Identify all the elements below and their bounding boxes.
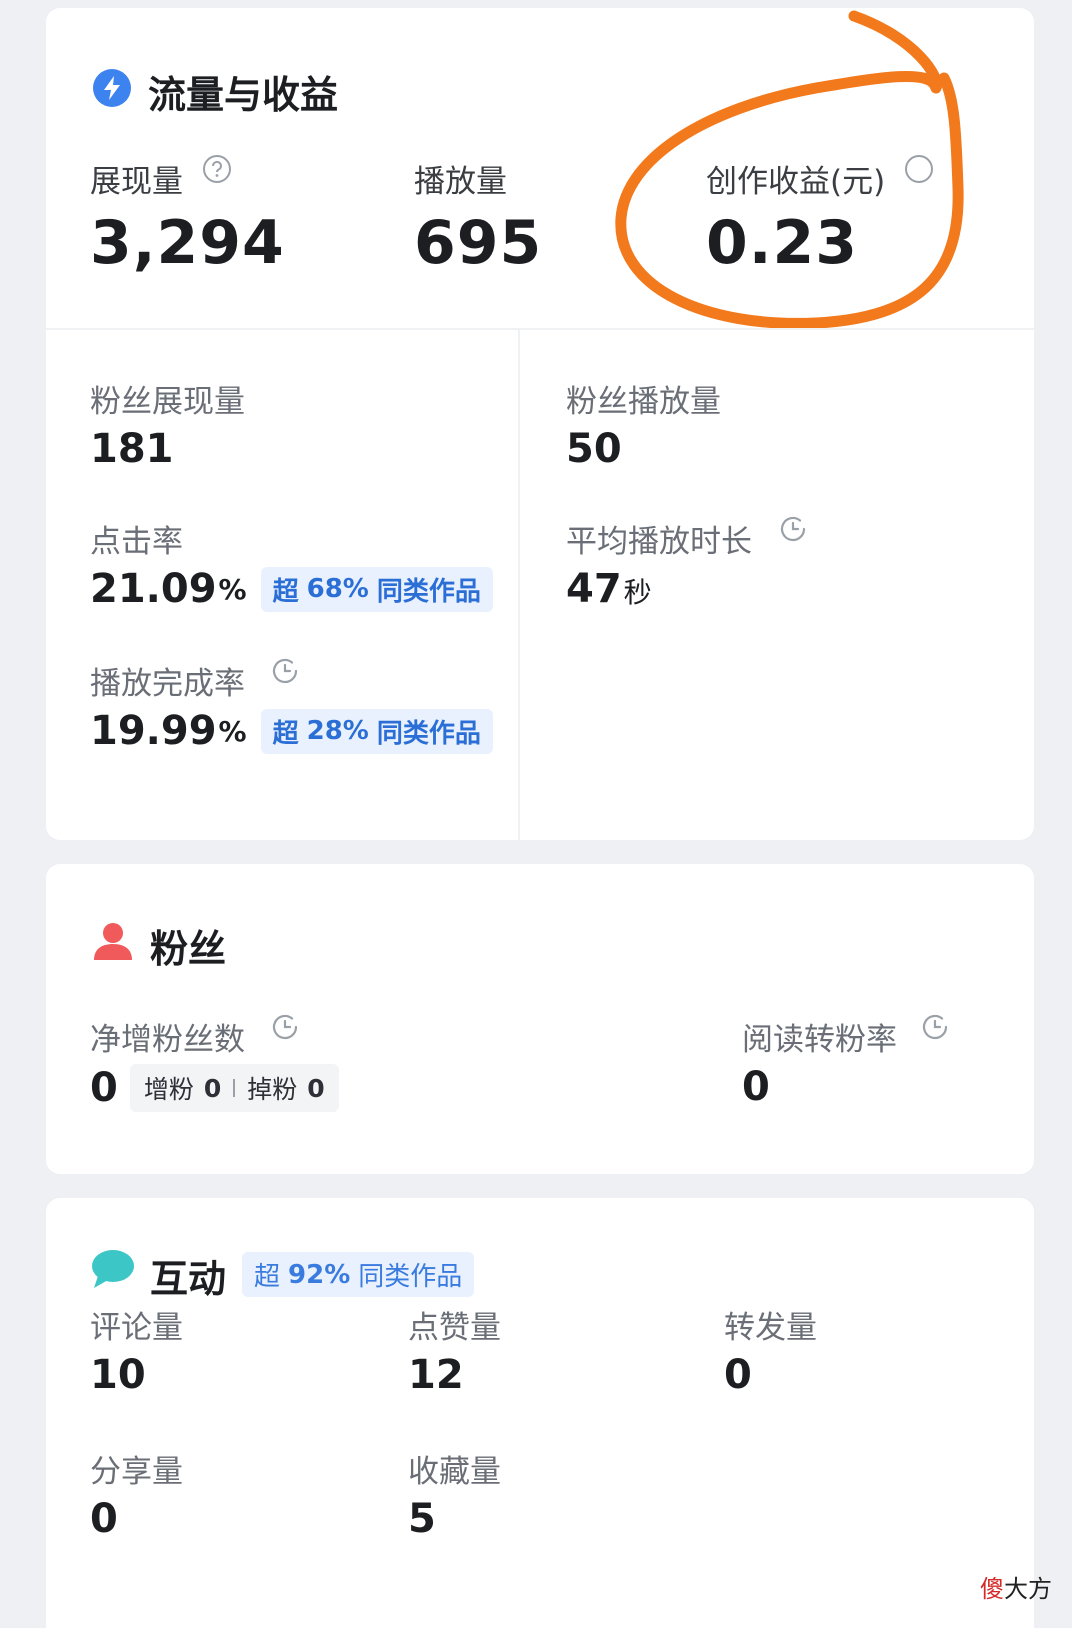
badge-suffix: 同类作品: [358, 1262, 463, 1292]
comments-label: 评论量: [90, 1310, 183, 1346]
shares-value: 0: [90, 1496, 118, 1542]
ctr-badge: 超 68% 同类作品: [260, 566, 493, 612]
plays-label: 播放量: [414, 164, 507, 200]
annotation-circle: [615, 10, 964, 329]
ctr-value: 21.09: [90, 566, 217, 612]
gain-value: 0: [203, 1073, 222, 1103]
gain-loss-chip: 增粉 0 掉粉 0: [129, 1064, 339, 1112]
interact-card: 互动 超 92% 同类作品 评论量 10 点赞量 12 转发量 0 分享量 0 …: [46, 1198, 1034, 1628]
lightning-icon: [93, 69, 131, 107]
favorites-value: 5: [408, 1496, 436, 1542]
fan-plays-value: 50: [566, 426, 622, 472]
likes-value: 12: [408, 1352, 464, 1398]
avg-duration-value: 47: [566, 566, 622, 612]
favorites-label: 收藏量: [408, 1454, 501, 1490]
shares-label: 分享量: [90, 1454, 183, 1490]
clock-icon[interactable]: [778, 514, 808, 544]
question-circle-icon[interactable]: [202, 154, 232, 184]
net-gain-label: 净增粉丝数: [90, 1022, 245, 1058]
clock-icon[interactable]: [270, 1012, 300, 1042]
loss-value: 0: [307, 1073, 325, 1103]
impressions-value: 3,294: [90, 208, 285, 278]
read-to-fan-label: 阅读转粉率: [742, 1022, 897, 1058]
badge-suffix: 同类作品: [376, 718, 481, 749]
completion-value: 19.99: [90, 708, 217, 754]
completion-unit: %: [218, 714, 247, 748]
badge-prefix: 超: [272, 718, 299, 749]
forwards-value: 0: [724, 1352, 752, 1398]
traffic-card: 流量与收益 展现量 3,294 播放量 695 创作收益(元) 0.23 粉丝展…: [46, 8, 1034, 840]
fan-impressions-label: 粉丝展现量: [90, 384, 245, 420]
fans-title: 粉丝: [150, 927, 227, 971]
ctr-unit: %: [218, 572, 247, 606]
badge-pct: 68%: [306, 574, 369, 604]
interact-title: 互动: [150, 1257, 227, 1301]
gain-label: 增粉: [143, 1075, 194, 1104]
traffic-title: 流量与收益: [148, 73, 339, 117]
clock-icon[interactable]: [270, 656, 300, 686]
fan-plays-label: 粉丝播放量: [566, 384, 721, 420]
fan-impressions-value: 181: [90, 426, 174, 472]
badge-suffix: 同类作品: [376, 576, 481, 607]
ctr-label: 点击率: [90, 524, 183, 560]
watermark-part1: 傻: [980, 1575, 1004, 1603]
completion-badge: 超 28% 同类作品: [260, 708, 493, 754]
chat-bubble-icon: [92, 1250, 134, 1288]
plays-value: 695: [414, 208, 543, 278]
badge-pct: 92%: [288, 1259, 351, 1290]
loss-label: 掉粉: [247, 1075, 298, 1104]
person-icon: [94, 923, 132, 960]
badge-prefix: 超: [272, 576, 299, 607]
chip-separator: [233, 1079, 236, 1097]
avg-duration-unit: 秒: [623, 576, 652, 609]
completion-row: 19.99 % 超 28% 同类作品: [90, 708, 493, 754]
avg-duration-label: 平均播放时长: [566, 524, 752, 560]
net-gain-value: 0: [90, 1065, 118, 1111]
watermark-part2: 大方: [1004, 1575, 1052, 1603]
comments-value: 10: [90, 1352, 146, 1398]
impressions-label: 展现量: [90, 164, 183, 200]
clock-icon[interactable]: [920, 1012, 950, 1042]
badge-prefix: 超: [254, 1262, 281, 1292]
interact-badge: 超 92% 同类作品: [242, 1252, 475, 1297]
badge-pct: 28%: [306, 716, 369, 746]
forwards-label: 转发量: [724, 1310, 817, 1346]
watermark: 傻大方: [980, 1569, 1052, 1604]
net-gain-row: 0 增粉 0 掉粉 0: [90, 1064, 339, 1112]
read-to-fan-value: 0: [742, 1064, 770, 1110]
avg-duration-row: 47 秒: [566, 566, 652, 612]
completion-label: 播放完成率: [90, 666, 245, 702]
likes-label: 点赞量: [408, 1310, 501, 1346]
ctr-row: 21.09 % 超 68% 同类作品: [90, 566, 493, 612]
fans-card: 粉丝 净增粉丝数 0 增粉 0 掉粉 0 阅读转粉率 0: [46, 864, 1034, 1174]
